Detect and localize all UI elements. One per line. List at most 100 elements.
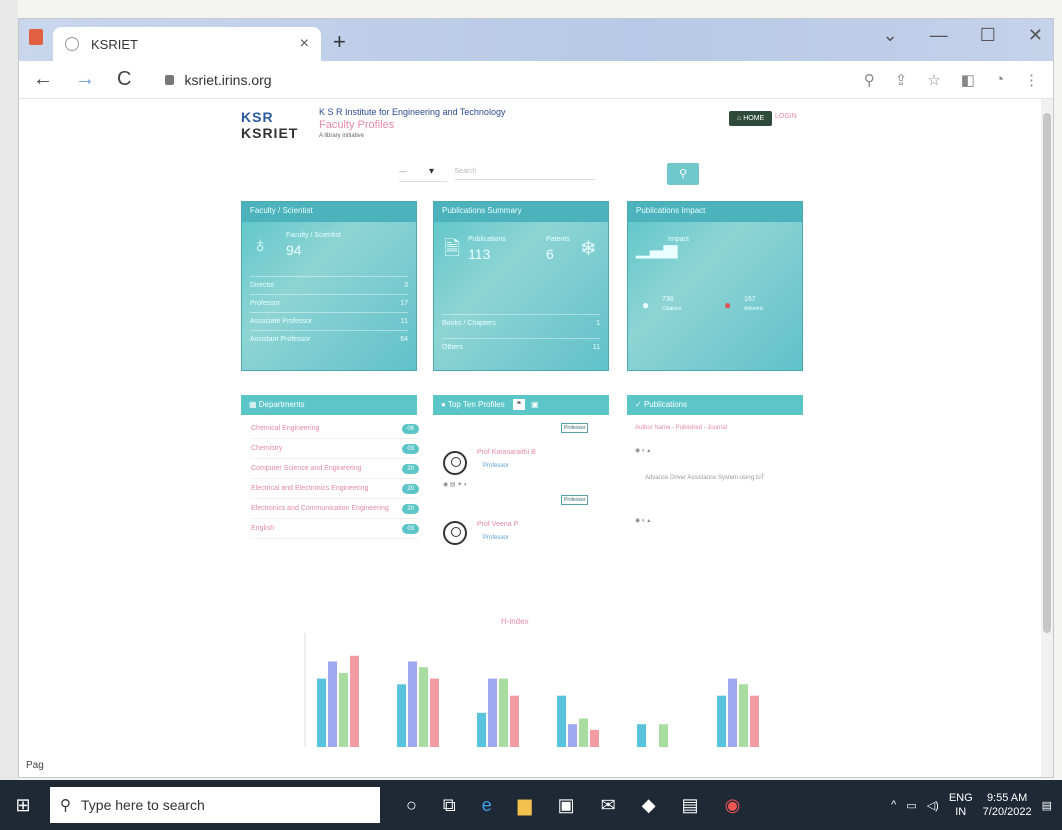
login-link[interactable]: LOGIN bbox=[775, 113, 797, 120]
chart-bar[interactable] bbox=[350, 655, 359, 747]
list-item[interactable]: English 03 bbox=[251, 519, 419, 539]
reload-button[interactable]: C bbox=[117, 68, 131, 91]
publication-row[interactable]: Others 11 bbox=[442, 338, 600, 356]
chart-bar[interactable] bbox=[499, 678, 508, 747]
chart-bar[interactable] bbox=[579, 718, 588, 748]
profile-role: Professor bbox=[483, 535, 509, 541]
dept-count-badge: 03 bbox=[402, 523, 419, 534]
minimize-icon[interactable]: — bbox=[930, 25, 948, 46]
row-value: 1 bbox=[596, 320, 600, 327]
browser-tab[interactable]: KSRIET × bbox=[53, 27, 321, 61]
list-item[interactable]: Electrical and Electronics Engineering 20 bbox=[251, 479, 419, 499]
share-icon[interactable]: ⇪ bbox=[895, 71, 908, 89]
home-button[interactable]: ⌂ HOME bbox=[729, 111, 773, 126]
citation-icon: ● bbox=[642, 298, 650, 312]
publication-line[interactable]: Author Name - Published - Journal bbox=[635, 425, 727, 431]
home-label: HOME bbox=[743, 115, 765, 122]
chart-bar[interactable] bbox=[419, 667, 428, 747]
chart-bar[interactable] bbox=[728, 678, 737, 747]
page-scrollbar[interactable] bbox=[1041, 99, 1053, 777]
chart-bar[interactable] bbox=[317, 678, 326, 747]
edge-icon[interactable]: e bbox=[482, 795, 492, 816]
faculty-row[interactable]: Associate Professor 11 bbox=[250, 312, 408, 330]
profile-name[interactable]: Prof Veena P bbox=[477, 521, 518, 528]
app-icon bbox=[29, 29, 43, 45]
sidebar-icon[interactable]: ◧ bbox=[961, 71, 975, 89]
profile-name[interactable]: Prof Karasaraithi B bbox=[477, 449, 536, 456]
cortana-icon[interactable]: ○ bbox=[406, 795, 417, 816]
citations-count: 736 bbox=[662, 296, 674, 303]
language-indicator[interactable]: ENG IN bbox=[949, 791, 973, 819]
publication-line[interactable]: Advance Driver Assistance System using I… bbox=[645, 475, 764, 481]
publication-row[interactable]: Books / Chapters 1 bbox=[442, 314, 600, 332]
new-tab-button[interactable]: + bbox=[333, 29, 346, 55]
maximize-icon[interactable]: ☐ bbox=[980, 25, 996, 46]
chart-bar[interactable] bbox=[557, 695, 566, 747]
chevron-up-icon[interactable]: ^ bbox=[891, 799, 896, 811]
dept-count-badge: 03 bbox=[402, 443, 419, 454]
taskbar-search-placeholder: Type here to search bbox=[81, 797, 205, 813]
top-profiles-title: Top Ten Profiles bbox=[447, 400, 505, 409]
menu-dots-icon[interactable]: ⋮ bbox=[1024, 71, 1039, 89]
chart-bar[interactable] bbox=[430, 678, 439, 747]
dept-name: Computer Science and Engineering bbox=[251, 465, 362, 472]
chart-bar[interactable] bbox=[477, 712, 486, 747]
chart-bar[interactable] bbox=[637, 724, 646, 747]
volume-icon[interactable]: ◁) bbox=[927, 799, 939, 812]
back-button[interactable]: ← bbox=[33, 68, 53, 91]
chart-bar[interactable] bbox=[659, 724, 668, 747]
mail-icon[interactable]: ✉ bbox=[601, 795, 616, 816]
chart-bar[interactable] bbox=[510, 695, 519, 747]
store-icon[interactable]: ▣ bbox=[558, 795, 575, 816]
grid-toggle-button[interactable]: ▣ bbox=[531, 400, 539, 409]
search-button[interactable]: ⚲ bbox=[667, 163, 699, 185]
close-icon[interactable]: ✕ bbox=[1028, 25, 1043, 46]
faculty-card: Faculty / Scientist ♁ Faculty / Scientis… bbox=[241, 201, 417, 371]
chart-bar[interactable] bbox=[590, 729, 599, 747]
chart-bar[interactable] bbox=[339, 672, 348, 747]
faculty-row[interactable]: Professor 17 bbox=[250, 294, 408, 312]
chart-bar[interactable] bbox=[568, 724, 577, 747]
tab-close-icon[interactable]: × bbox=[300, 35, 309, 53]
forward-button[interactable]: → bbox=[75, 68, 95, 91]
clock[interactable]: 9:55 AM 7/20/2022 bbox=[983, 791, 1032, 819]
list-item[interactable]: Chemical Engineering 06 bbox=[251, 419, 419, 439]
chart-bar[interactable] bbox=[488, 678, 497, 747]
tab-bar: KSRIET × + ⌄ — ☐ ✕ bbox=[19, 19, 1053, 61]
list-item[interactable]: Computer Science and Engineering 20 bbox=[251, 459, 419, 479]
chevron-down-icon[interactable]: ⌄ bbox=[883, 25, 898, 46]
bookmark-star-icon[interactable]: ☆ bbox=[927, 71, 940, 89]
photos-icon[interactable]: ▤ bbox=[682, 795, 699, 816]
task-view-icon[interactable]: ⧉ bbox=[443, 795, 456, 816]
list-item[interactable]: Electronics and Communication Engineerin… bbox=[251, 499, 419, 519]
publication-meta: ◉ ◐ ▴ bbox=[635, 518, 651, 524]
search-input[interactable]: Search bbox=[454, 168, 596, 180]
url-field[interactable]: ksriet.irins.org bbox=[184, 72, 271, 88]
file-explorer-icon[interactable]: ▆ bbox=[518, 795, 532, 816]
chart-bar[interactable] bbox=[408, 661, 417, 748]
zoom-icon[interactable]: ⚲ bbox=[864, 71, 875, 89]
profile-icon[interactable]: ◔ bbox=[995, 71, 1004, 89]
chart-bar[interactable] bbox=[328, 661, 337, 748]
page-subtitle: Faculty Profiles bbox=[319, 119, 395, 131]
snowflake-icon: ❄ bbox=[580, 238, 597, 260]
category-select[interactable]: --- ▾ bbox=[399, 166, 447, 182]
quote-toggle-button[interactable]: ❝ bbox=[512, 399, 526, 410]
notification-icon[interactable]: ▤ bbox=[1042, 799, 1052, 812]
app-icon[interactable]: ◆ bbox=[642, 795, 656, 816]
ksriet-logo: KSR KSRIET bbox=[241, 109, 313, 141]
windows-start-icon[interactable]: ⊞ bbox=[0, 780, 46, 830]
chart-bar[interactable] bbox=[397, 684, 406, 747]
chrome-icon[interactable]: ◉ bbox=[725, 795, 741, 816]
publications-panel-header: ✓ Publications bbox=[627, 395, 803, 415]
list-item[interactable]: Chemistry 03 bbox=[251, 439, 419, 459]
network-icon[interactable]: ▭ bbox=[906, 799, 916, 812]
faculty-row[interactable]: Director 3 bbox=[250, 276, 408, 294]
chart-bar[interactable] bbox=[739, 684, 748, 747]
faculty-row[interactable]: Assistant Professor 64 bbox=[250, 330, 408, 348]
chart-bar[interactable] bbox=[717, 695, 726, 747]
taskbar-search[interactable]: ⚲ Type here to search bbox=[50, 787, 380, 823]
chart-bar[interactable] bbox=[750, 695, 759, 747]
scrollbar-thumb[interactable] bbox=[1043, 113, 1051, 633]
list-icon: ▦ bbox=[249, 400, 259, 409]
